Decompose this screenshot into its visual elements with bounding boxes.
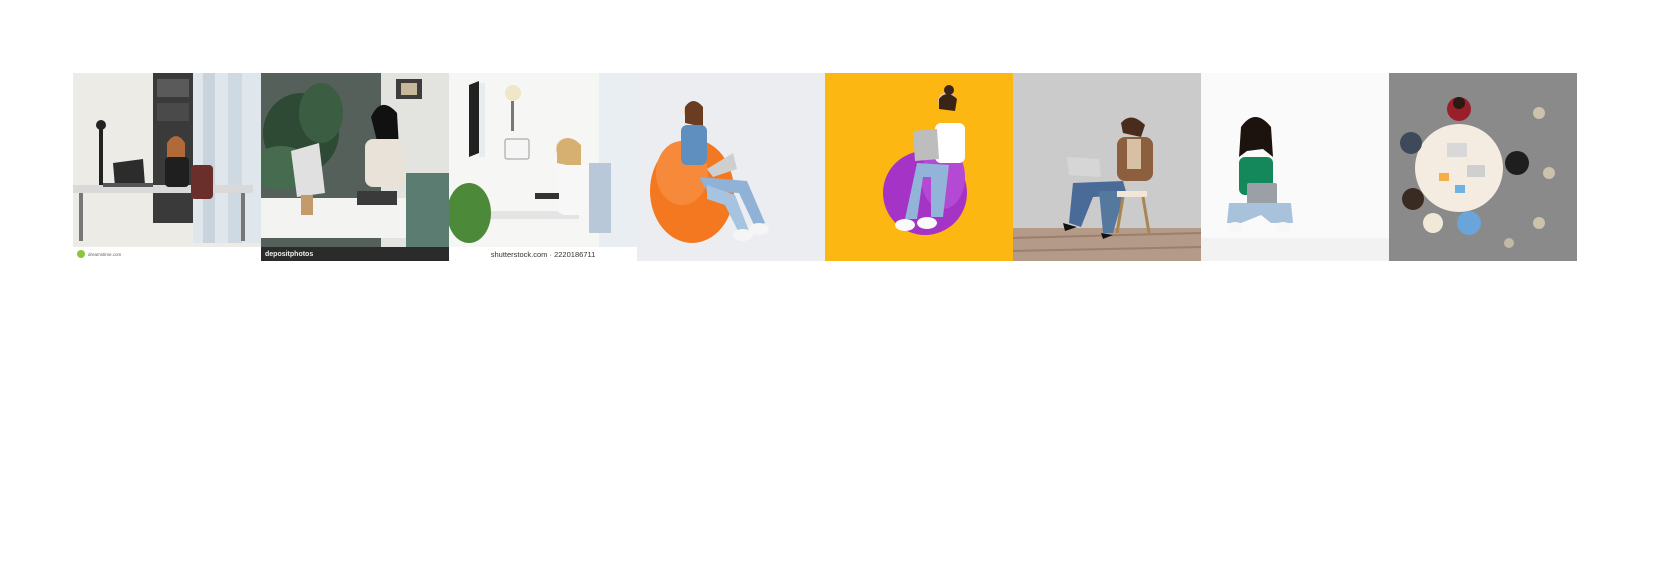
purple-beanbag-photo [825,73,1013,261]
woman-with-plants-photo [261,73,449,261]
image-tile-8[interactable] [1389,73,1577,261]
image-tile-5[interactable] [825,73,1013,261]
woman-on-chair-photo [1013,73,1201,261]
watermark-text: dreamstime.com [88,251,122,257]
office-desk-photo [73,73,261,261]
image-strip: dreamstime.com depositphotos shutterstoc… [73,73,1577,261]
image-tile-4[interactable] [637,73,825,261]
depositphotos-logo: depositphotos [265,250,314,258]
image-tile-6[interactable] [1013,73,1201,261]
image-tile-3[interactable]: shutterstock.com · 2220186711 [449,73,637,261]
watermark-bar: shutterstock.com · 2220186711 [449,247,637,261]
image-tile-2[interactable]: depositphotos [261,73,449,261]
woman-green-top-photo [1201,73,1389,261]
image-tile-1[interactable]: dreamstime.com [73,73,261,261]
team-meeting-topview-photo [1389,73,1577,261]
shutterstock-watermark: shutterstock.com · 2220186711 [490,249,596,259]
image-tile-7[interactable] [1201,73,1389,261]
orange-beanbag-photo [637,73,825,261]
watermark-bar: depositphotos [261,247,449,261]
dreamstime-logo-icon [77,250,85,258]
watermark-bar: dreamstime.com [73,247,261,261]
desk-monitor-photo [449,73,637,261]
